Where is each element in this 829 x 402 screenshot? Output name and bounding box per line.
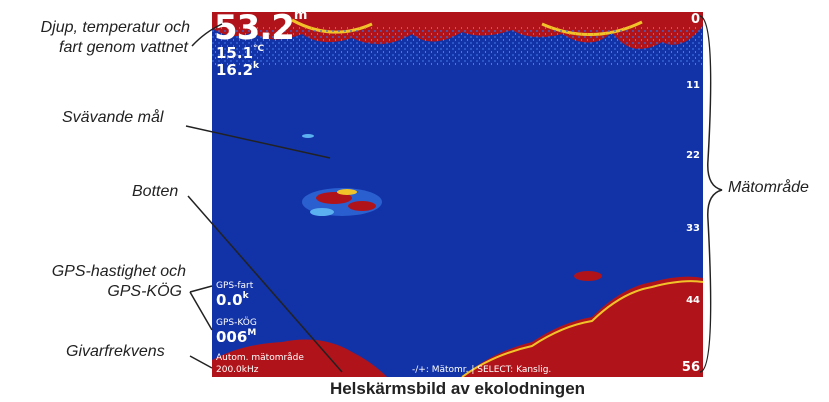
leader-depth [191, 23, 223, 47]
leader-frequency [189, 355, 213, 369]
leader-range-bracket [699, 15, 723, 373]
leader-bottom [187, 195, 343, 373]
leader-lines [185, 15, 723, 373]
leader-gps [189, 285, 213, 331]
leader-suspended [185, 125, 331, 159]
